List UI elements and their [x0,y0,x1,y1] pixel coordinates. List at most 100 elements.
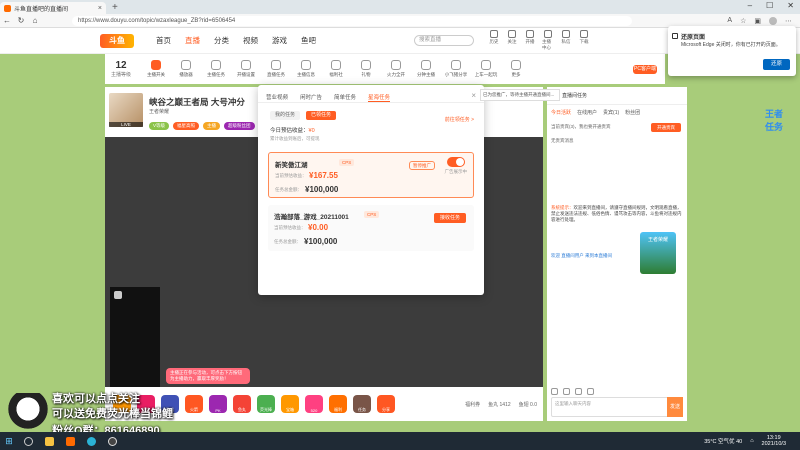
new-tab-button[interactable]: + [112,2,118,13]
toolbar-more[interactable]: 更多 [501,60,531,78]
total-value: ¥100,000 [304,237,338,246]
nav-item-game[interactable]: 游戏 [272,35,287,46]
follow-button[interactable]: 关注 [506,30,518,51]
toolbar-live-task[interactable]: 直播任务 [261,60,291,78]
total-value: ¥100,000 [305,185,339,194]
right-column: 直播间任务 今日活跃 在线用户 贵宾(1) 粉丝团 当前贵宾(3)，我也要开通贵… [547,87,687,421]
gift-item[interactable]: 分享 [377,395,395,413]
task-card[interactable]: 浩瀚部落_游戏_20211001 CPS 接收任务 当前预估收益： ¥0.00 … [268,205,474,251]
back-icon[interactable]: ← [0,16,14,25]
fan-icon[interactable] [563,388,570,395]
open-vip-button[interactable]: 开通贵宾 [651,123,681,132]
close-tab-icon[interactable]: × [98,5,102,12]
tab-star-task[interactable]: 星海任务 [368,93,391,102]
site-logo[interactable]: 斗鱼 [100,33,134,48]
toolbar-anchor-task[interactable]: 主播任务 [201,60,231,78]
nav-item-fishbar[interactable]: 鱼吧 [301,35,316,46]
more-icon[interactable]: ⋯ [785,17,792,25]
toolbar-welfare[interactable]: 福利社 [321,60,351,78]
toolbar-player[interactable]: 播放器 [171,60,201,78]
tab-simple-task[interactable]: 简单任务 [334,93,356,102]
gift-item[interactable]: 福利 [329,395,347,413]
download-icon [580,30,588,38]
toolbar-fire[interactable]: 火力全开 [381,60,411,78]
read-aloud-icon[interactable]: A [727,17,732,25]
refresh-icon[interactable]: ↻ [14,16,28,25]
settings-icon [241,60,252,70]
tab-vip[interactable]: 贵宾(1) [603,109,619,116]
toolbar-share[interactable]: 小飞猪分享 [441,60,471,78]
send-button[interactable]: 发送 [667,397,683,417]
tab-fan-club[interactable]: 粉丝团 [625,109,640,116]
color-icon[interactable] [587,388,594,395]
task-card[interactable]: 新笑傲江湖 CPS 暂停推广 广告展示中 当前预估收益： ¥167.55 任务总… [268,152,474,198]
gift-item[interactable]: 520 [305,395,323,413]
badge: 福星高照 [173,122,200,130]
nav-item-video[interactable]: 视频 [243,35,258,46]
maximize-icon[interactable]: ☐ [766,1,773,10]
message-button[interactable]: 私信 [560,30,572,51]
close-icon[interactable]: × [471,91,476,100]
emoji-icon[interactable] [551,388,558,395]
clock[interactable]: 13:19 2021/10/3 [762,435,786,447]
home-icon[interactable]: ⌂ [28,16,42,25]
message-icon [562,30,570,38]
restore-button[interactable]: 还原 [763,59,790,70]
pause-promo-button[interactable]: 暂停推广 [409,161,435,170]
stat-welfare[interactable]: 福利券 [465,401,480,408]
room-category[interactable]: 王者荣耀 [149,108,169,115]
toolbar-gift[interactable]: 礼物 [351,60,381,78]
toolbar-live-settings[interactable]: 开播设置 [231,60,261,78]
promo-banner[interactable]: 主播正在参与活动，可点击下方按钮为主播助力，赢取丰厚奖励！ [166,368,250,384]
pc-client-button[interactable]: PC客户端 [633,64,657,74]
get-task-link[interactable]: 前往领任务 > [445,116,474,123]
gift-item[interactable]: 任务 [353,395,371,413]
weather[interactable]: 35°C 空气优 40 [704,437,742,445]
search-input[interactable]: 搜索直播 [414,35,474,46]
start-live-button[interactable]: 开播 [524,30,536,51]
bullet-icon[interactable] [575,388,582,395]
windows-start-icon[interactable]: ⊞ [0,436,18,447]
browser-tab[interactable]: 斗鱼直播吧的直播间 × [0,2,106,14]
promo-toggle[interactable] [447,157,465,167]
profile-avatar[interactable] [769,16,777,25]
app-icon[interactable] [66,436,75,446]
edge-icon[interactable] [87,436,96,446]
tab-today-active[interactable]: 今日活跃 [551,109,571,116]
subtab-claimed-task[interactable]: 已领任务 [306,111,337,120]
nav-item-home[interactable]: 首页 [156,35,171,46]
toolbar-minute-anchor[interactable]: 分钟主播 [411,60,441,78]
toolbar-switch[interactable]: 主播开关 [141,60,171,78]
toolbar-anchor-info[interactable]: 主播信息 [291,60,321,78]
favorite-icon[interactable]: ☆ [740,17,746,25]
subtab-my-task[interactable]: 我的任务 [270,111,301,120]
more-grid-icon [511,60,522,70]
mini-preview[interactable] [110,287,160,387]
close-window-icon[interactable]: ✕ [787,1,794,10]
history-button[interactable]: 历史 [488,30,500,51]
search-icon[interactable] [24,436,33,446]
windows-taskbar: ⊞ 35°C 空气优 40 ⌂ 13:19 2021/10/3 [0,432,800,450]
estimated-earnings: 今日预估收益：¥0 累计收益到账后，可提现 [258,120,484,142]
nav-item-category[interactable]: 分类 [214,35,229,46]
url-field[interactable]: https://www.douyu.com/topic/wzaxleague_Z… [72,15,632,26]
file-explorer-icon[interactable] [45,436,54,446]
tab-idle-ad[interactable]: 闲时广告 [300,93,322,102]
nav-item-live[interactable]: 直播 [185,35,200,46]
network-icon[interactable]: ⌂ [750,438,753,444]
accept-task-button[interactable]: 接收任务 [434,213,466,223]
collections-icon[interactable]: ▣ [754,17,761,25]
sidebar-banner[interactable]: 王者 任务 [754,108,794,138]
tab-business-video[interactable]: 营业视频 [266,93,288,102]
minimize-icon[interactable]: – [748,1,752,10]
gift-item[interactable]: 宝箱 [281,395,299,413]
download-button[interactable]: 下载 [578,30,590,51]
streamer-avatar[interactable]: LIVE [109,93,143,127]
toolbar-play-together[interactable]: 上车一起玩 [471,60,501,78]
game-banner[interactable]: 王者荣耀 [640,232,676,274]
car-icon [481,60,492,70]
anchor-center-button[interactable]: 主播中心 [542,30,554,51]
chat-input[interactable]: 这里输入聊天内容 [551,397,683,417]
obs-icon[interactable] [108,436,117,446]
tab-online-users[interactable]: 在线用户 [577,109,597,116]
